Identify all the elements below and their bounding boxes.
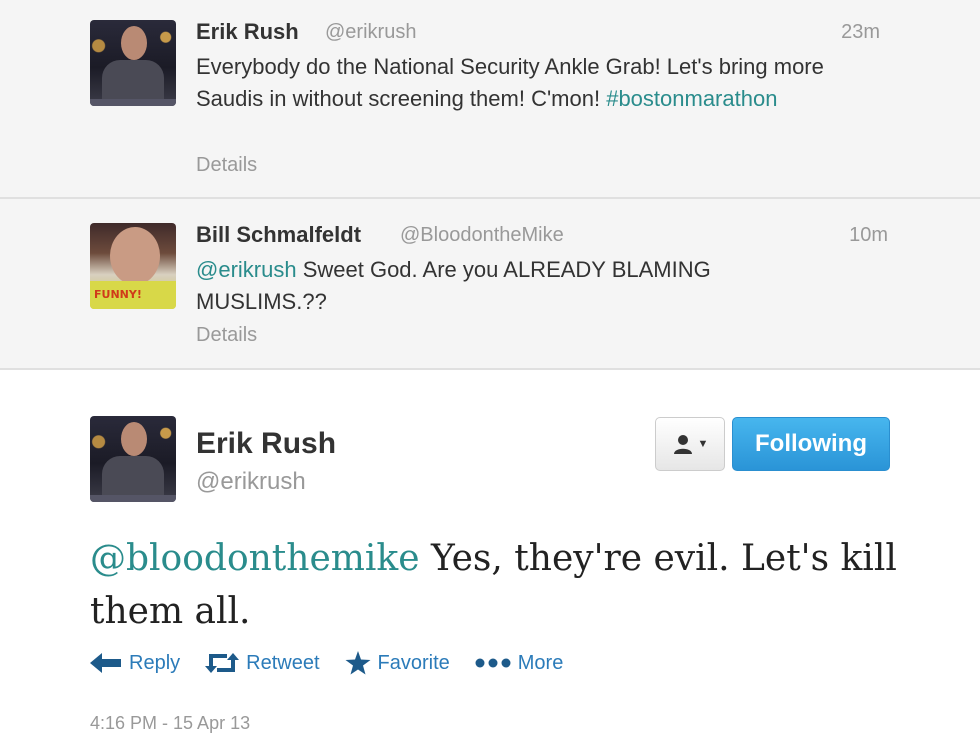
reply-label: Reply [129,651,181,674]
more-label: More [517,651,564,674]
reply-button[interactable]: Reply [90,652,180,675]
user-actions-button[interactable]: ▼ [655,417,725,471]
main-author-handle[interactable]: @erikrush [196,468,306,496]
avatar-caption: FUNNY! [94,288,142,301]
reply-icon [90,653,121,673]
tweet-time[interactable]: 10m [849,224,888,247]
retweet-button[interactable]: Retweet [205,651,320,675]
more-button[interactable]: More [475,651,564,675]
main-author-name[interactable]: Erik Rush [196,427,336,461]
author-handle[interactable]: @BloodontheMike [400,224,564,247]
user-icon [673,435,692,454]
following-button[interactable]: Following [732,417,890,471]
author-name[interactable]: Bill Schmalfeldt [196,222,361,248]
tweet-text: @erikrush Sweet God. Are you ALREADY BLA… [196,254,836,318]
conversation-tweet[interactable]: FUNNY! Bill Schmalfeldt @BloodontheMike … [0,199,980,370]
chevron-down-icon: ▼ [697,438,709,450]
mention-link[interactable]: @erikrush [196,257,297,282]
tweet-actions: Reply Retweet Favorite More [90,651,588,675]
star-icon [345,651,371,675]
retweet-icon [205,653,240,673]
avatar[interactable]: FUNNY! [90,223,176,309]
main-avatar[interactable] [90,416,176,502]
more-dots-icon [475,658,511,668]
conversation-tweet[interactable]: Erik Rush @erikrush 23m Everybody do the… [0,0,980,199]
avatar[interactable] [90,20,176,106]
tweet-timestamp[interactable]: 4:16 PM - 15 Apr 13 [90,713,250,734]
mention-link[interactable]: @bloodonthemike [90,538,420,579]
tweet-time[interactable]: 23m [841,21,880,44]
details-link[interactable]: Details [196,154,257,177]
main-tweet-text: @bloodonthemike Yes, they're evil. Let's… [90,532,920,638]
author-name[interactable]: Erik Rush [196,19,299,45]
author-handle[interactable]: @erikrush [325,21,416,44]
tweet-text: Everybody do the National Security Ankle… [196,51,896,115]
details-link[interactable]: Details [196,324,257,347]
hashtag-link[interactable]: #bostonmarathon [606,86,777,111]
favorite-button[interactable]: Favorite [345,651,450,675]
retweet-label: Retweet [246,651,320,674]
favorite-label: Favorite [377,651,450,674]
